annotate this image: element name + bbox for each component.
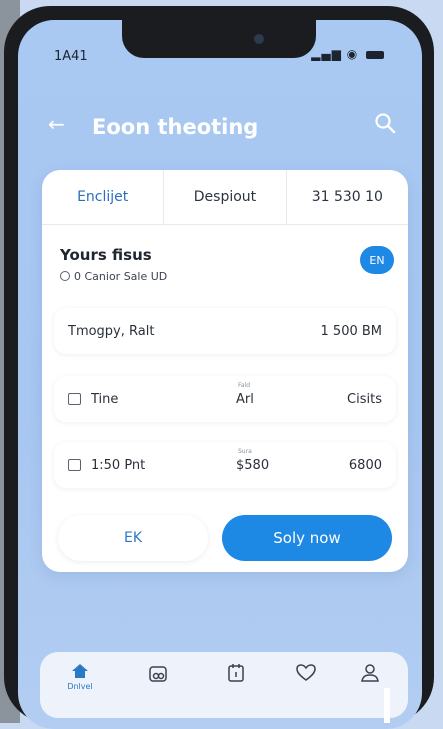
tab-number[interactable]: 31 530 10 <box>285 170 408 224</box>
row-value: Cisits <box>347 391 382 407</box>
list-item[interactable]: Tine Fald Arl Cisits <box>54 376 396 422</box>
tab-despiout[interactable]: Despiout <box>163 170 285 224</box>
row-label-text: Tine <box>91 391 119 407</box>
list-item[interactable]: Tmogpy, Ralt 1 500 BM <box>54 308 396 354</box>
battery-icon <box>366 50 384 59</box>
summary-chip-button[interactable]: EN <box>360 246 394 274</box>
status-icons: ▂▄▆ ◉ <box>311 47 384 61</box>
wifi-icon: ◉ <box>346 47 359 61</box>
calendar-icon <box>228 664 244 682</box>
detail-card: Enclijet Despiout 31 530 10 Yours fisus … <box>42 170 408 572</box>
camera-icon <box>254 34 264 44</box>
heart-icon <box>296 664 316 681</box>
secondary-button[interactable]: EK <box>58 515 208 561</box>
profile-icon <box>361 664 379 682</box>
row-middle-value: $580 <box>236 457 270 473</box>
row-label: Tmogpy, Ralt <box>68 323 155 339</box>
clock-icon <box>60 271 70 281</box>
row-value: 6800 <box>348 457 382 473</box>
calendar-icon <box>68 459 81 471</box>
row-label: 1:50 Pnt <box>68 442 145 488</box>
status-time: 1A41 <box>54 49 88 64</box>
gesture-bar <box>384 688 390 723</box>
tab-bar-top: Enclijet Despiout 31 530 10 <box>42 170 408 225</box>
signal-icon: ▂▄▆ <box>311 47 342 61</box>
home-icon <box>72 664 88 678</box>
row-label-text: 1:50 Pnt <box>91 457 146 473</box>
tab-home[interactable]: Dnlvel <box>60 662 100 712</box>
bag-icon <box>149 666 167 682</box>
summary-subtitle: 0 Canior Sale UD <box>60 270 167 283</box>
row-middle-value: Arl <box>236 391 254 407</box>
camera-notch <box>122 20 316 58</box>
tab-calendar[interactable] <box>216 662 256 712</box>
bottom-tab-bar: Dnlvel <box>40 652 408 718</box>
tab-enclijet[interactable]: Enclijet <box>42 170 163 224</box>
phone-frame: 1A41 ▂▄▆ ◉ ← Eoon theoting Enclijet Desp… <box>4 6 434 729</box>
list-item[interactable]: 1:50 Pnt Sura $580 6800 <box>54 442 396 488</box>
summary-subtitle-text: 0 Canior Sale UD <box>74 270 168 283</box>
calendar-icon <box>68 393 81 405</box>
tab-bag[interactable] <box>138 662 178 712</box>
summary-title: Yours fisus <box>60 246 152 264</box>
tab-favorites[interactable] <box>286 662 326 712</box>
tab-home-label: Dnlvel <box>67 682 93 691</box>
row-value: 1 500 BM <box>320 323 382 339</box>
page-title: Eoon theoting <box>92 115 259 139</box>
phone-screen: 1A41 ▂▄▆ ◉ ← Eoon theoting Enclijet Desp… <box>18 20 422 729</box>
buy-now-button[interactable]: Soly now <box>222 515 392 561</box>
back-arrow-icon[interactable]: ← <box>48 112 65 136</box>
search-icon[interactable] <box>374 112 396 134</box>
row-label: Tine <box>68 376 118 422</box>
